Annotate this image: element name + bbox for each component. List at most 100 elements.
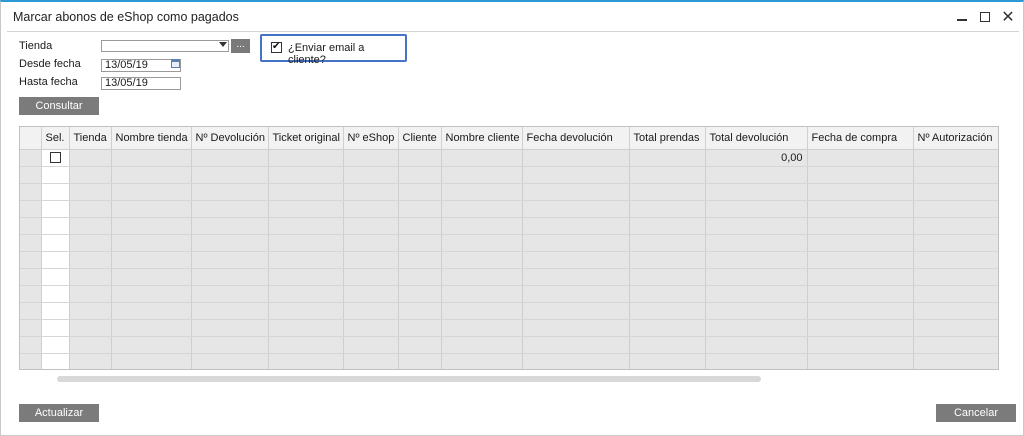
table-row[interactable] bbox=[20, 183, 998, 201]
table-cell[interactable] bbox=[629, 200, 706, 218]
row-header[interactable] bbox=[20, 319, 42, 337]
table-cell[interactable] bbox=[705, 319, 808, 337]
table-cell[interactable] bbox=[629, 149, 706, 167]
table-cell[interactable] bbox=[913, 353, 998, 369]
table-cell[interactable] bbox=[69, 285, 112, 303]
table-row[interactable]: 0,00 bbox=[20, 149, 998, 167]
table-cell[interactable] bbox=[441, 166, 523, 184]
table-cell[interactable] bbox=[111, 166, 192, 184]
table-cell[interactable] bbox=[441, 319, 523, 337]
table-cell[interactable] bbox=[343, 217, 399, 235]
table-cell[interactable] bbox=[191, 149, 269, 167]
table-cell[interactable] bbox=[913, 217, 998, 235]
table-cell[interactable] bbox=[343, 302, 399, 320]
table-cell[interactable] bbox=[398, 268, 442, 286]
chevron-down-icon[interactable] bbox=[219, 42, 227, 47]
table-cell[interactable] bbox=[268, 268, 344, 286]
table-cell[interactable] bbox=[398, 234, 442, 252]
table-cell[interactable] bbox=[41, 200, 70, 218]
table-cell[interactable] bbox=[441, 251, 523, 269]
table-cell[interactable] bbox=[807, 336, 914, 354]
table-cell[interactable] bbox=[913, 234, 998, 252]
table-cell[interactable] bbox=[191, 251, 269, 269]
table-cell[interactable] bbox=[807, 302, 914, 320]
column-header[interactable]: Nº eShop bbox=[343, 127, 399, 150]
table-cell[interactable] bbox=[111, 183, 192, 201]
table-cell[interactable] bbox=[69, 183, 112, 201]
table-cell[interactable] bbox=[41, 285, 70, 303]
table-cell[interactable] bbox=[522, 319, 630, 337]
table-cell[interactable] bbox=[807, 166, 914, 184]
table-cell[interactable] bbox=[343, 319, 399, 337]
table-cell[interactable] bbox=[191, 166, 269, 184]
table-cell[interactable] bbox=[441, 285, 523, 303]
table-cell[interactable] bbox=[191, 183, 269, 201]
table-cell[interactable] bbox=[807, 234, 914, 252]
table-cell[interactable] bbox=[705, 217, 808, 235]
table-row[interactable] bbox=[20, 166, 998, 184]
table-cell[interactable] bbox=[191, 217, 269, 235]
table-cell[interactable] bbox=[522, 285, 630, 303]
table-cell[interactable] bbox=[111, 319, 192, 337]
table-row[interactable] bbox=[20, 268, 998, 286]
table-cell[interactable] bbox=[191, 234, 269, 252]
table-cell[interactable] bbox=[913, 319, 998, 337]
row-header[interactable] bbox=[20, 183, 42, 201]
row-header[interactable] bbox=[20, 200, 42, 218]
table-cell[interactable] bbox=[398, 336, 442, 354]
table-cell[interactable] bbox=[343, 353, 399, 369]
table-cell[interactable] bbox=[111, 217, 192, 235]
table-cell[interactable] bbox=[69, 336, 112, 354]
row-header[interactable] bbox=[20, 166, 42, 184]
column-header[interactable]: Nº Autorización bbox=[913, 127, 998, 150]
table-cell[interactable] bbox=[69, 319, 112, 337]
table-cell[interactable] bbox=[111, 234, 192, 252]
table-cell[interactable] bbox=[69, 234, 112, 252]
table-cell[interactable] bbox=[913, 183, 998, 201]
table-cell[interactable] bbox=[111, 268, 192, 286]
table-cell[interactable] bbox=[807, 200, 914, 218]
table-cell[interactable] bbox=[268, 234, 344, 252]
table-cell[interactable] bbox=[343, 234, 399, 252]
table-cell[interactable] bbox=[629, 251, 706, 269]
table-cell[interactable] bbox=[191, 302, 269, 320]
row-header[interactable] bbox=[20, 336, 42, 354]
table-cell[interactable] bbox=[398, 285, 442, 303]
table-cell[interactable] bbox=[705, 302, 808, 320]
column-header[interactable]: Tienda bbox=[69, 127, 112, 150]
table-cell[interactable] bbox=[191, 353, 269, 369]
table-cell[interactable] bbox=[398, 166, 442, 184]
row-header[interactable] bbox=[20, 268, 42, 286]
close-button[interactable]: ✕ bbox=[997, 6, 1019, 28]
column-header[interactable]: Nº Devolución bbox=[191, 127, 269, 150]
row-select-checkbox[interactable] bbox=[49, 152, 61, 164]
table-cell[interactable] bbox=[69, 251, 112, 269]
table-cell[interactable] bbox=[913, 336, 998, 354]
table-cell[interactable] bbox=[522, 268, 630, 286]
table-cell[interactable] bbox=[343, 268, 399, 286]
table-cell[interactable] bbox=[441, 268, 523, 286]
row-header[interactable] bbox=[20, 251, 42, 269]
table-cell[interactable] bbox=[398, 353, 442, 369]
table-cell[interactable] bbox=[629, 183, 706, 201]
table-cell[interactable] bbox=[705, 234, 808, 252]
table-cell[interactable] bbox=[398, 319, 442, 337]
table-cell[interactable] bbox=[268, 183, 344, 201]
table-cell[interactable] bbox=[705, 200, 808, 218]
table-cell[interactable] bbox=[705, 251, 808, 269]
table-cell[interactable] bbox=[629, 234, 706, 252]
table-cell[interactable] bbox=[69, 302, 112, 320]
table-cell[interactable] bbox=[522, 166, 630, 184]
table-cell[interactable] bbox=[807, 183, 914, 201]
table-cell[interactable] bbox=[522, 200, 630, 218]
column-header[interactable]: Nombre cliente bbox=[441, 127, 523, 150]
table-cell[interactable] bbox=[41, 149, 70, 167]
table-cell[interactable] bbox=[807, 149, 914, 167]
table-cell[interactable] bbox=[268, 200, 344, 218]
table-cell[interactable] bbox=[111, 353, 192, 369]
table-cell[interactable] bbox=[268, 149, 344, 167]
row-header[interactable] bbox=[20, 217, 42, 235]
table-cell[interactable] bbox=[441, 183, 523, 201]
table-cell[interactable] bbox=[41, 319, 70, 337]
table-cell[interactable] bbox=[705, 183, 808, 201]
